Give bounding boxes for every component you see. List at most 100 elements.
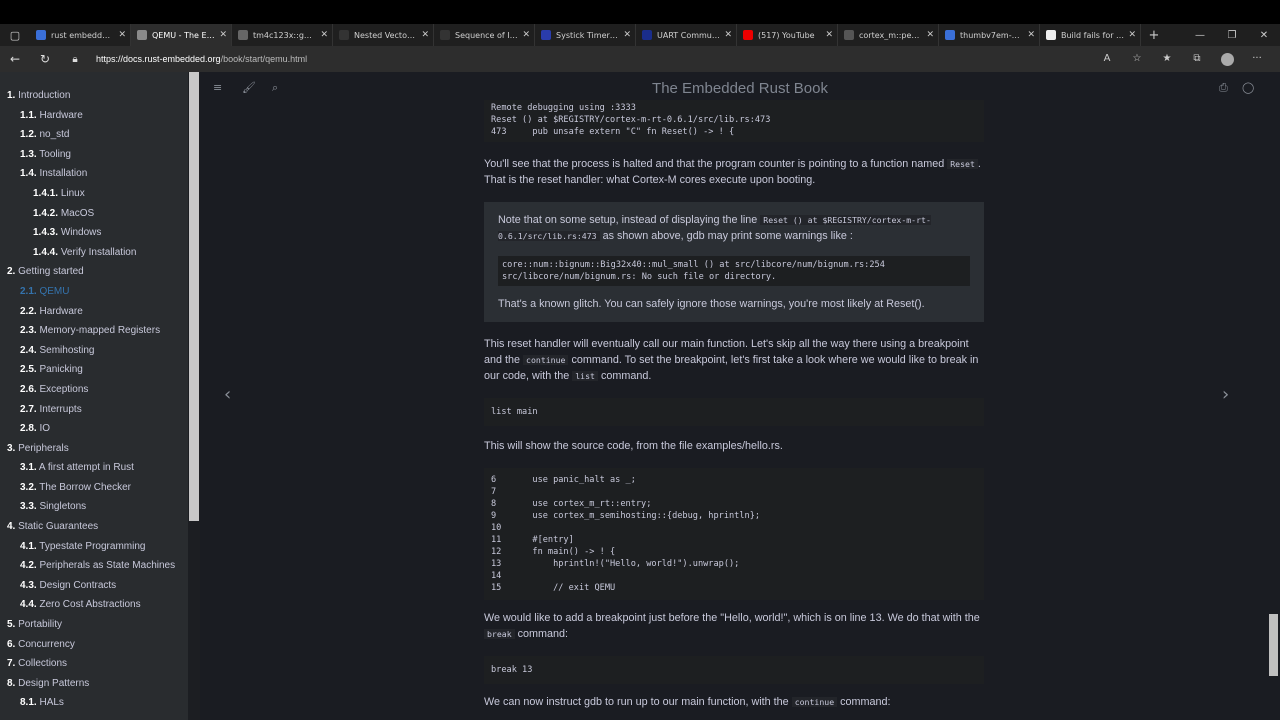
minimize-icon[interactable]: — [1184, 30, 1216, 41]
toc-item[interactable]: 8. Design Patterns [0, 676, 188, 696]
toc-item[interactable]: 6. Concurrency [0, 637, 188, 657]
toc-number: 1.2. [20, 129, 37, 141]
toc-label: A first attempt in Rust [38, 462, 134, 474]
toc-label: The Borrow Checker [39, 481, 131, 493]
browser-tab[interactable]: rust embedded search ✕ [30, 24, 131, 46]
toc-item[interactable]: 1.4.2. MacOS [0, 206, 188, 226]
toc-item[interactable]: 2.6. Exceptions [0, 382, 188, 402]
browser-tab[interactable]: thumbv7em-none ✕ [939, 24, 1040, 46]
toc-item[interactable]: 3.1. A first attempt in Rust [0, 460, 188, 480]
new-tab-button[interactable]: + [1141, 28, 1167, 43]
toc-label: IO [39, 423, 51, 435]
collections-icon[interactable]: ⧉ [1182, 53, 1212, 66]
previous-chapter-icon[interactable]: ‹ [224, 384, 231, 405]
toc-number: 2.6. [20, 383, 37, 395]
doc-icon [844, 30, 854, 40]
toc-label: Static Guarantees [18, 521, 99, 533]
close-tab-icon[interactable]: ✕ [118, 30, 126, 40]
toc-item[interactable]: 1.1. Hardware [0, 108, 188, 128]
toc-number: 5. [7, 619, 16, 631]
browser-tab[interactable]: (517) YouTube ✕ [737, 24, 838, 46]
print-icon[interactable]: ⎙ [1219, 81, 1228, 95]
toc-number: 1.4.1. [33, 187, 59, 199]
toc-item[interactable]: 1.4.3. Windows [0, 225, 188, 245]
sidebar-scrollbar-thumb[interactable] [189, 72, 199, 521]
toc-item[interactable]: 2.1. QEMU [0, 284, 188, 304]
browser-tab[interactable]: Systick Timer Interrupt✕ [535, 24, 636, 46]
toc-item[interactable]: 4.3. Design Contracts [0, 578, 188, 598]
close-tab-icon[interactable]: ✕ [1128, 30, 1136, 40]
browser-tab[interactable]: UART Communication ✕ [636, 24, 737, 46]
toc-item[interactable]: 3.3. Singletons [0, 499, 188, 519]
more-icon[interactable]: ··· [1242, 53, 1272, 66]
toc-item[interactable]: 2.3. Memory-mapped Registers [0, 323, 188, 343]
close-tab-icon[interactable]: ✕ [320, 30, 328, 40]
tab-label: Nested Vectored Interrupt [354, 30, 418, 40]
browser-tab[interactable]: Nested Vectored Interrupt✕ [333, 24, 434, 46]
toc-number: 3.1. [20, 462, 37, 474]
toc-item[interactable]: 2.8. IO [0, 421, 188, 441]
sidebar-toc: 1. Introduction 1.1. Hardware 1.2. no_std 1… [0, 72, 188, 720]
close-tab-icon[interactable]: ✕ [421, 30, 429, 40]
toc-item[interactable]: 5. Portability [0, 617, 188, 637]
browser-tab[interactable]: Build fails for the ✕ [1040, 24, 1141, 46]
close-tab-icon[interactable]: ✕ [219, 30, 227, 40]
close-tab-icon[interactable]: ✕ [825, 30, 833, 40]
toc-number: 6. [7, 638, 16, 650]
tab-label: QEMU - The Embedded Rust Book [152, 30, 215, 40]
close-tab-icon[interactable]: ✕ [724, 30, 732, 40]
close-window-icon[interactable]: ✕ [1248, 30, 1280, 41]
toc-number: 8. [7, 677, 16, 689]
github-icon[interactable]: ◯ [1242, 81, 1254, 94]
toc-item[interactable]: 7. Collections [0, 656, 188, 676]
refresh-icon[interactable]: ↻ [30, 52, 60, 66]
close-tab-icon[interactable]: ✕ [522, 30, 530, 40]
add-favorite-icon[interactable]: ☆ [1122, 53, 1152, 66]
url-field[interactable]: https://docs.rust-embedded.org/book/star… [96, 54, 1092, 64]
toc-item[interactable]: 4.4. Zero Cost Abstractions [0, 597, 188, 617]
toc-item[interactable]: 1.2. no_std [0, 127, 188, 147]
toc-item[interactable]: 4.2. Peripherals as State Machines [0, 558, 188, 578]
tab-actions-icon[interactable]: ▢ [0, 24, 30, 46]
toc-label: Memory-mapped Registers [39, 325, 161, 337]
restore-icon[interactable]: ❐ [1216, 30, 1248, 41]
toc-item[interactable]: 2. Getting started [0, 264, 188, 284]
book-title: The Embedded Rust Book [652, 80, 828, 97]
toc-item[interactable]: 8.1. HALs [0, 695, 188, 715]
toc-item[interactable]: 3. Peripherals [0, 441, 188, 461]
toc-item[interactable]: 4.1. Typestate Programming [0, 539, 188, 559]
profile-icon[interactable] [1212, 52, 1242, 66]
close-tab-icon[interactable]: ✕ [1027, 30, 1035, 40]
toc-label: Tooling [39, 148, 71, 160]
inline-code: continue [523, 355, 569, 365]
toc-item[interactable]: 2.5. Panicking [0, 362, 188, 382]
toc-number: 2.2. [20, 305, 37, 317]
tab-label: UART Communication [657, 30, 720, 40]
close-tab-icon[interactable]: ✕ [623, 30, 631, 40]
toc-item[interactable]: 1.4.1. Linux [0, 186, 188, 206]
toc-item[interactable]: 2.7. Interrupts [0, 402, 188, 422]
lock-icon: 🔒︎ [72, 53, 78, 65]
toc-item[interactable]: 3.2. The Borrow Checker [0, 480, 188, 500]
back-icon[interactable]: ← [0, 52, 30, 66]
browser-tab[interactable]: tm4c123x::generic ✕ [232, 24, 333, 46]
toc-item[interactable]: 1.4. Installation [0, 166, 188, 186]
toc-label: Zero Cost Abstractions [39, 599, 141, 611]
toc-item[interactable]: 1.3. Tooling [0, 147, 188, 167]
toc-item[interactable]: 2.2. Hardware [0, 304, 188, 324]
toc-item[interactable]: 2.4. Semihosting [0, 343, 188, 363]
toc-item[interactable]: 1.4.4. Verify Installation [0, 245, 188, 265]
toc-number: 2.8. [20, 423, 37, 435]
favorites-icon[interactable]: ★ [1152, 53, 1182, 66]
browser-tab[interactable]: cortex_m::peripheral✕ [838, 24, 939, 46]
read-aloud-icon[interactable]: A [1092, 53, 1122, 66]
url-path: /book/start/qemu.html [220, 54, 308, 64]
page-scrollbar-thumb[interactable] [1269, 614, 1278, 676]
toc-number: 1.4.4. [33, 246, 59, 258]
browser-tab[interactable]: QEMU - The Embedded Rust Book ✕ [131, 24, 232, 46]
toc-item[interactable]: 4. Static Guarantees [0, 519, 188, 539]
toc-item[interactable]: 1. Introduction [0, 88, 188, 108]
next-chapter-icon[interactable]: › [1222, 384, 1229, 405]
close-tab-icon[interactable]: ✕ [926, 30, 934, 40]
browser-tab[interactable]: Sequence of Interrupt ✕ [434, 24, 535, 46]
